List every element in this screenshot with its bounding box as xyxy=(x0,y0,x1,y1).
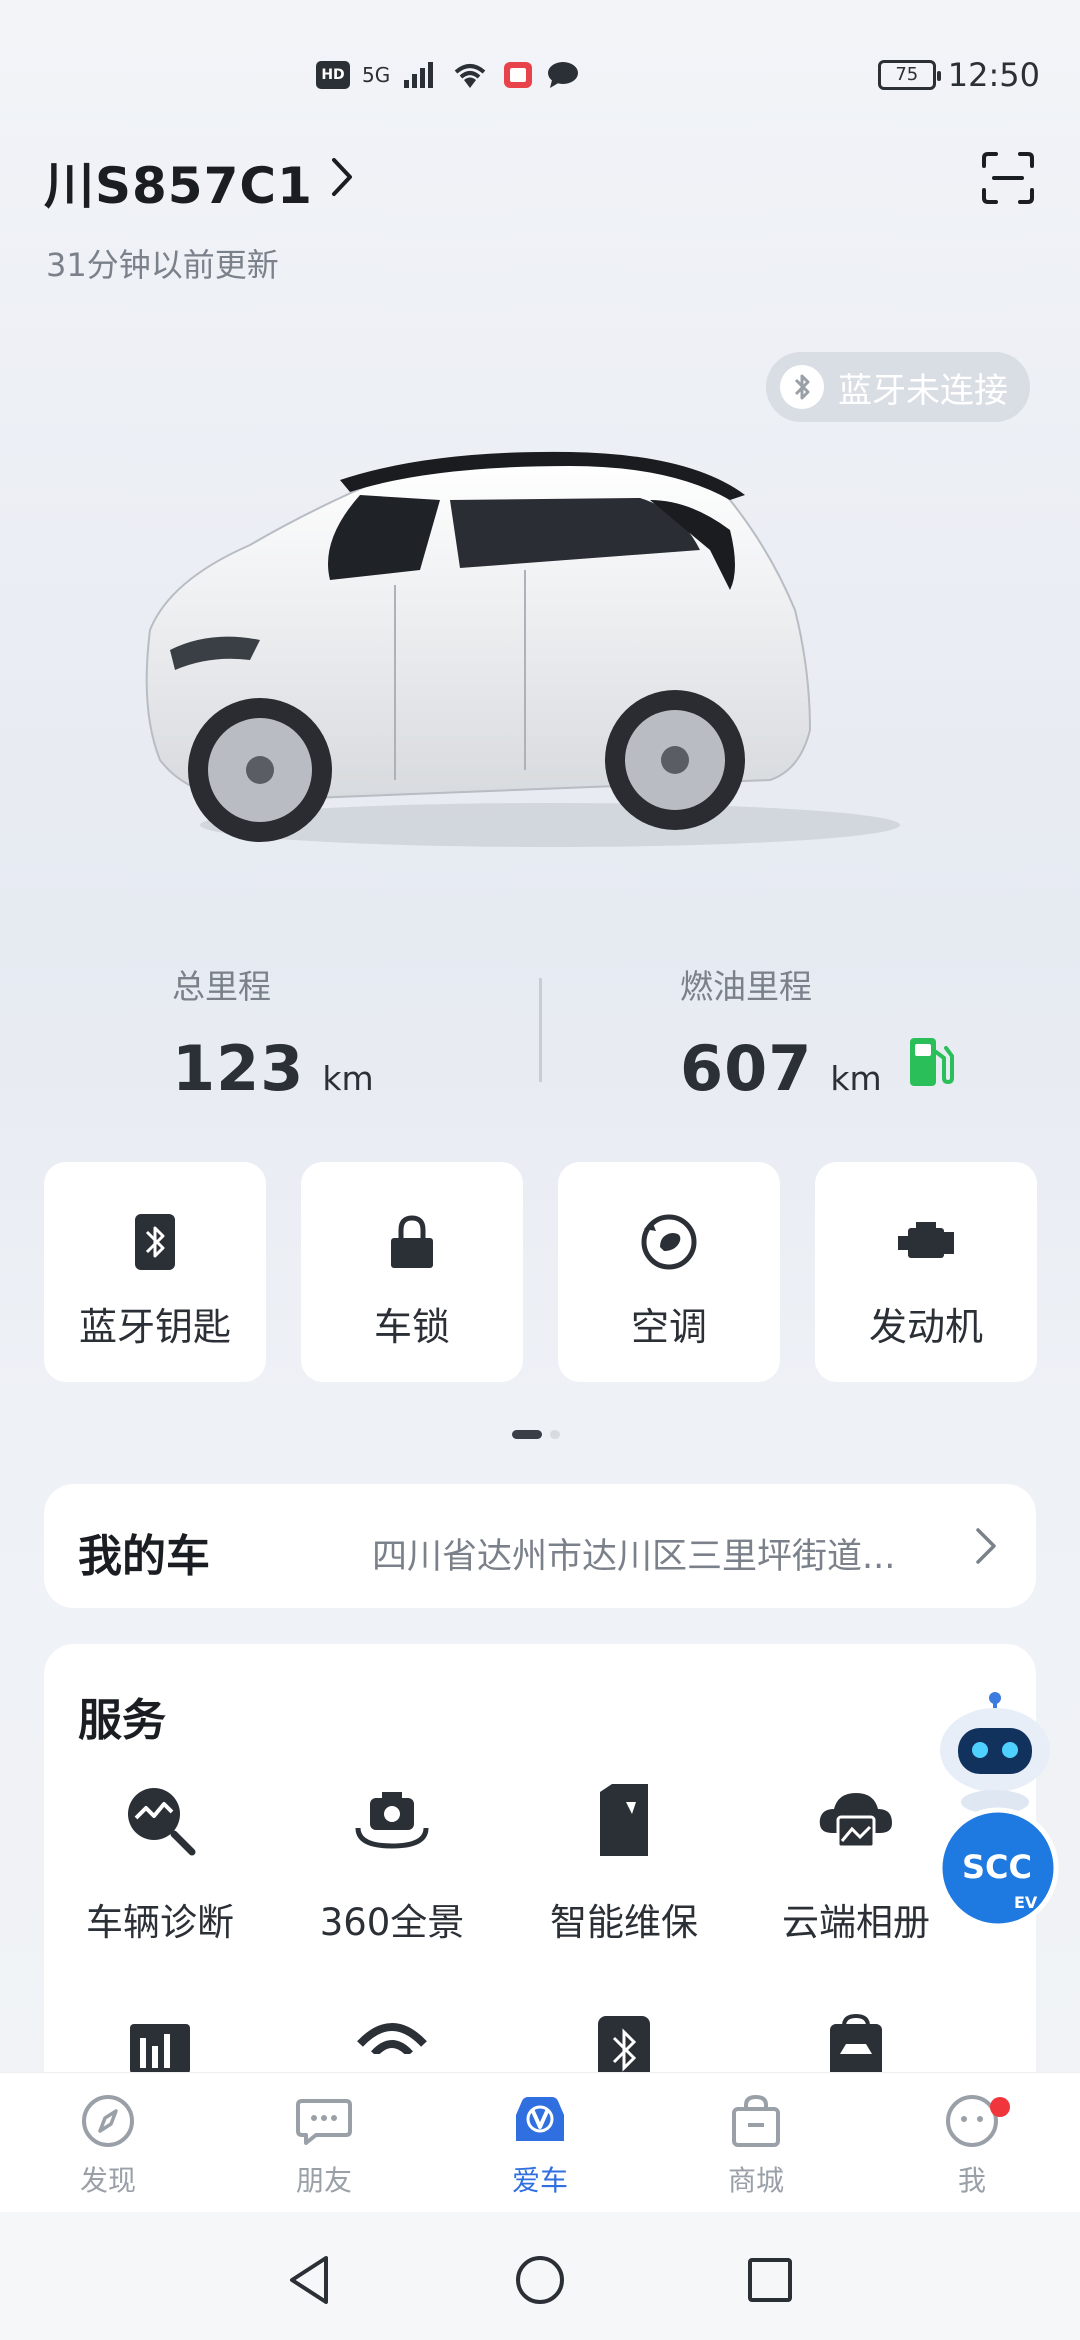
hd-icon: HD xyxy=(316,61,350,89)
fuel-mileage: 燃油里程 607 km xyxy=(680,960,954,1105)
license-plate[interactable]: 川S857C1 xyxy=(44,146,313,218)
status-icons: HD 5G xyxy=(316,60,580,90)
message-icon xyxy=(548,62,579,88)
network-label: 5G xyxy=(362,63,391,87)
bottom-tab-bar: 发现 朋友 爱车 商城 我 xyxy=(0,2072,1080,2212)
service-row2-item[interactable] xyxy=(44,2014,276,2074)
notification-badge xyxy=(990,2097,1010,2117)
cloud-album-icon xyxy=(816,1780,896,1860)
lock-icon xyxy=(380,1210,444,1274)
control-ac[interactable]: 空调 xyxy=(558,1162,780,1382)
bluetooth-service-icon xyxy=(598,2016,650,2074)
my-car-card[interactable]: 我的车 四川省达州市达川区三里坪街道... xyxy=(44,1484,1036,1608)
tab-label: 爱车 xyxy=(511,2164,568,2197)
total-mileage-unit: km xyxy=(322,1059,374,1098)
services-card: 服务 车辆诊断 360全景 智能维保 云端相册 xyxy=(44,1644,1036,2124)
tab-friends[interactable]: 朋友 xyxy=(216,2091,432,2199)
total-mileage-value: 123 xyxy=(172,1032,305,1105)
service-report-icon xyxy=(130,2024,190,2074)
home-icon[interactable] xyxy=(512,2252,568,2308)
bluetooth-icon xyxy=(780,365,824,409)
status-right: 75 12:50 xyxy=(877,56,1040,94)
control-label: 空调 xyxy=(630,1305,707,1349)
control-label: 车锁 xyxy=(373,1305,450,1349)
tab-label: 我 xyxy=(957,2164,986,2197)
tab-my-car[interactable]: 爱车 xyxy=(432,2091,648,2199)
control-label: 发动机 xyxy=(868,1305,983,1349)
fuel-mileage-value: 607 xyxy=(680,1032,813,1105)
service-row2-item[interactable] xyxy=(276,2014,508,2054)
page-indicator xyxy=(512,1430,560,1439)
bluetooth-status-pill[interactable]: 蓝牙未连接 xyxy=(766,352,1030,422)
fuel-mileage-unit: km xyxy=(830,1059,882,1098)
control-label: 蓝牙钥匙 xyxy=(78,1305,231,1349)
tab-label: 朋友 xyxy=(295,2164,352,2197)
battery-icon: 75 xyxy=(877,60,941,90)
page-dot xyxy=(550,1430,560,1439)
mileage-divider xyxy=(539,978,542,1082)
tab-shop[interactable]: 商城 xyxy=(648,2091,864,2199)
chevron-right-icon xyxy=(976,1528,996,1564)
wifi-hotspot-icon xyxy=(357,2023,427,2054)
clock: 12:50 xyxy=(947,56,1040,94)
system-nav-bar xyxy=(0,2212,1080,2340)
chat-icon xyxy=(296,2099,352,2145)
bluetooth-key-icon xyxy=(123,1210,187,1274)
svg-text:SCC: SCC xyxy=(962,1848,1032,1886)
notification-app-icon xyxy=(504,62,533,88)
tab-discover[interactable]: 发现 xyxy=(0,2091,216,2199)
service-row2-item[interactable] xyxy=(740,2014,972,2074)
ac-icon xyxy=(637,1210,701,1274)
diagnosis-icon xyxy=(120,1780,200,1860)
service-row2-item[interactable] xyxy=(508,2014,740,2074)
service-diagnosis[interactable]: 车辆诊断 xyxy=(44,1780,276,1946)
back-icon[interactable] xyxy=(282,2252,338,2308)
my-car-title: 我的车 xyxy=(78,1531,210,1582)
service-360-view[interactable]: 360全景 xyxy=(276,1780,508,1946)
camera-360-icon xyxy=(352,1780,432,1860)
tab-me[interactable]: 我 xyxy=(864,2091,1080,2199)
car-image xyxy=(145,451,900,847)
tab-label: 商城 xyxy=(727,2164,784,2197)
total-mileage-label: 总里程 xyxy=(172,967,271,1006)
control-car-lock[interactable]: 车锁 xyxy=(301,1162,523,1382)
shopping-bag-icon xyxy=(732,2094,780,2147)
wifi-icon xyxy=(454,64,486,88)
tab-label: 发现 xyxy=(79,2164,136,2197)
car-shop-icon xyxy=(830,2014,882,2074)
page-dot-active xyxy=(512,1430,542,1439)
engine-icon xyxy=(894,1210,958,1274)
maintenance-icon xyxy=(584,1780,664,1860)
compass-icon xyxy=(82,2095,134,2147)
chevron-right-icon[interactable] xyxy=(322,152,362,202)
status-bar: HD 5G 75 12:50 xyxy=(0,0,1080,150)
scan-icon[interactable] xyxy=(980,150,1036,206)
services-title: 服务 xyxy=(78,1695,166,1746)
fuel-pump-icon xyxy=(909,1038,954,1086)
total-mileage: 总里程 123 km xyxy=(172,960,374,1105)
bluetooth-status-text: 蓝牙未连接 xyxy=(838,370,1008,411)
svg-text:EV: EV xyxy=(1014,1893,1038,1912)
recents-icon[interactable] xyxy=(742,2252,798,2308)
update-time: 31分钟以前更新 xyxy=(46,246,279,284)
control-engine[interactable]: 发动机 xyxy=(815,1162,1037,1382)
service-label: 云端相册 xyxy=(782,1901,930,1944)
service-label: 车辆诊断 xyxy=(86,1901,234,1944)
service-label: 360全景 xyxy=(319,1901,465,1944)
car-location-address: 四川省达州市达川区三里坪街道... xyxy=(372,1537,896,1577)
fuel-mileage-label: 燃油里程 xyxy=(680,967,812,1006)
signal-icon xyxy=(404,62,434,88)
car-icon xyxy=(516,2097,564,2141)
service-maintenance[interactable]: 智能维保 xyxy=(508,1780,740,1946)
control-bluetooth-key[interactable]: 蓝牙钥匙 xyxy=(44,1162,266,1382)
service-label: 智能维保 xyxy=(550,1901,698,1944)
assistant-robot-icon[interactable]: SCC EV xyxy=(930,1690,1070,1930)
